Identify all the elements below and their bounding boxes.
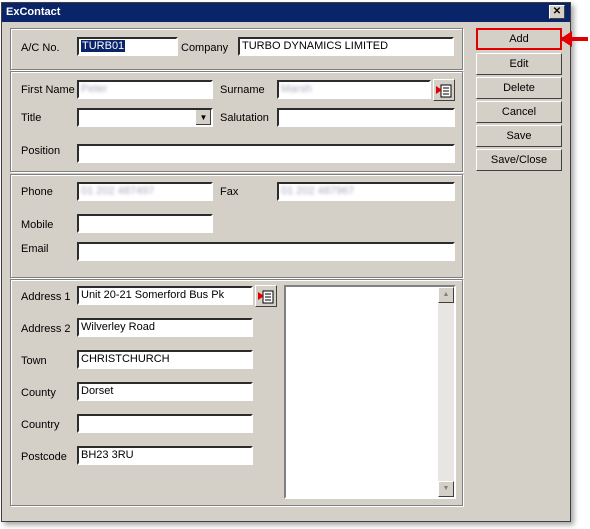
- add-button[interactable]: Add: [476, 28, 562, 50]
- postcode-field[interactable]: BH23 3RU: [77, 446, 253, 465]
- phone-label: Phone: [21, 186, 53, 198]
- address2-field[interactable]: Wilverley Road: [77, 318, 253, 337]
- county-label: County: [21, 387, 56, 399]
- ac-no-value: TURB01: [81, 40, 126, 52]
- notes-scrollbar[interactable]: ▲ ▼: [438, 287, 454, 497]
- title-dropdown[interactable]: ▼: [77, 108, 213, 127]
- town-label: Town: [21, 355, 47, 367]
- edit-button[interactable]: Edit: [476, 53, 562, 75]
- save-button[interactable]: Save: [476, 125, 562, 147]
- notes-memo[interactable]: ▲ ▼: [284, 285, 456, 499]
- country-label: Country: [21, 419, 60, 431]
- ac-no-field[interactable]: TURB01: [77, 37, 178, 56]
- email-label: Email: [21, 243, 49, 255]
- card-lookup-icon: [258, 290, 274, 304]
- first-name-label: First Name: [21, 84, 75, 96]
- ac-no-label: A/C No.: [21, 42, 60, 54]
- address1-field[interactable]: Unit 20-21 Somerford Bus Pk: [77, 286, 253, 305]
- county-field[interactable]: Dorset: [77, 382, 253, 401]
- title-label: Title: [21, 112, 42, 124]
- fax-label: Fax: [220, 186, 239, 198]
- mobile-label: Mobile: [21, 219, 54, 231]
- position-field[interactable]: [77, 144, 455, 163]
- surname-label: Surname: [220, 84, 265, 96]
- callout-arrow-icon: [560, 31, 572, 47]
- address2-label: Address 2: [21, 323, 71, 335]
- excontact-window: ExContact ✕ A/C No. TURB01 Company TURBO…: [1, 2, 571, 522]
- surname-field[interactable]: Marsh: [277, 80, 431, 99]
- first-name-value: Peter: [81, 83, 108, 95]
- title-bar: ExContact ✕: [2, 3, 570, 22]
- position-label: Position: [21, 145, 61, 157]
- save-close-button[interactable]: Save/Close: [476, 149, 562, 171]
- cancel-button[interactable]: Cancel: [476, 101, 562, 123]
- salutation-field[interactable]: [277, 108, 455, 127]
- surname-lookup-button[interactable]: [433, 79, 455, 101]
- delete-button[interactable]: Delete: [476, 77, 562, 99]
- company-label: Company: [181, 42, 229, 54]
- salutation-label: Salutation: [220, 112, 269, 124]
- address1-label: Address 1: [21, 291, 71, 303]
- fax-field[interactable]: 01 202 487967: [277, 182, 455, 201]
- country-field[interactable]: [77, 414, 253, 433]
- scroll-down-icon[interactable]: ▼: [438, 481, 454, 497]
- surname-value: Marsh: [281, 83, 312, 95]
- town-field[interactable]: CHRISTCHURCH: [77, 350, 253, 369]
- close-button[interactable]: ✕: [549, 5, 565, 19]
- fax-value: 01 202 487967: [281, 185, 355, 197]
- chevron-down-icon[interactable]: ▼: [195, 110, 211, 125]
- phone-value: 01 202 487497: [81, 185, 155, 197]
- first-name-field[interactable]: Peter: [77, 80, 213, 99]
- mobile-field[interactable]: [77, 214, 213, 233]
- window-title: ExContact: [6, 6, 61, 18]
- card-lookup-icon: [436, 84, 452, 98]
- address-lookup-button[interactable]: [255, 285, 277, 307]
- company-field[interactable]: TURBO DYNAMICS LIMITED: [238, 37, 454, 56]
- scroll-up-icon[interactable]: ▲: [438, 287, 454, 303]
- phone-field[interactable]: 01 202 487497: [77, 182, 213, 201]
- postcode-label: Postcode: [21, 451, 67, 463]
- email-field[interactable]: [77, 242, 455, 261]
